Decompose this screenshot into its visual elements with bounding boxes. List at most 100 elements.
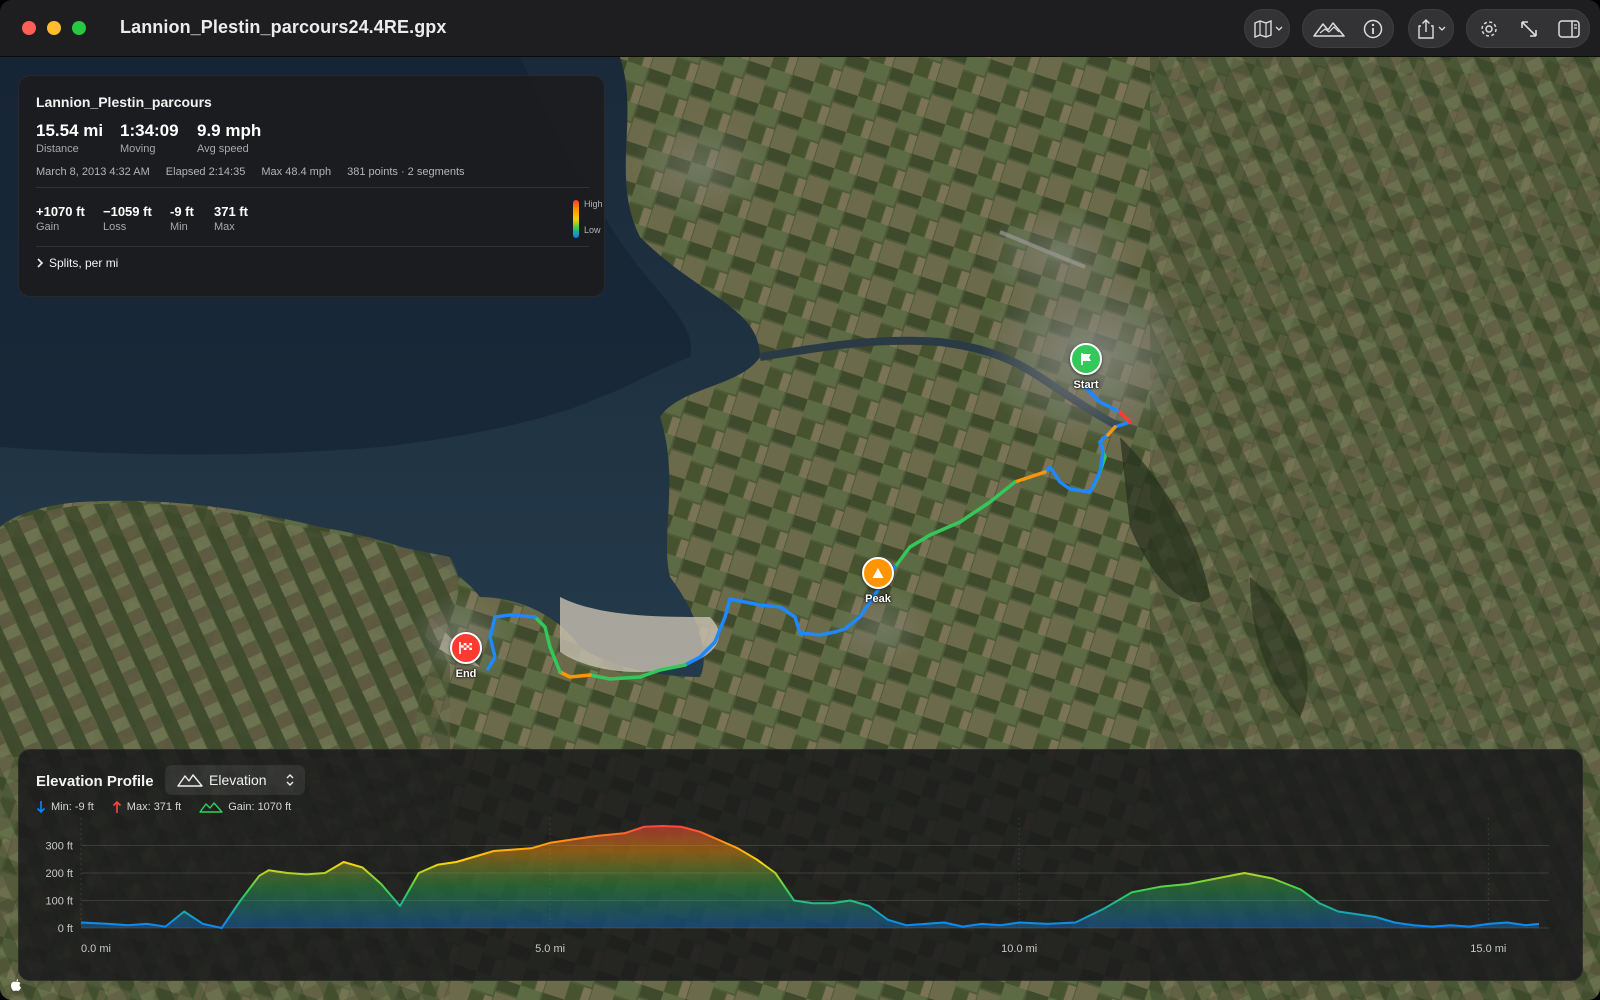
legend-gain-text: Gain: 1070 ft	[228, 801, 292, 813]
divider	[36, 246, 589, 247]
meta-elapsed: Elapsed 2:14:35	[165, 166, 246, 178]
elevation-point	[1018, 921, 1021, 924]
elevation-point	[549, 841, 552, 844]
elevation-point	[239, 899, 242, 902]
elevation-point	[886, 918, 889, 921]
elevation-mode-select[interactable]: Elevation	[165, 765, 305, 795]
legend-min: Min: -9 ft	[36, 800, 94, 814]
fullscreen-button[interactable]	[1509, 10, 1549, 47]
map-style-button[interactable]	[1245, 10, 1291, 47]
elevation-point	[1412, 924, 1415, 927]
view-group	[1302, 9, 1394, 48]
elevation-point	[1130, 891, 1133, 894]
elevation-point	[1271, 877, 1274, 880]
y-tick-label: 0 ft	[58, 923, 73, 935]
stat-moving: 1:34:09 Moving	[120, 121, 179, 155]
elevation-point	[1074, 921, 1077, 924]
elevation-point	[1187, 883, 1190, 886]
elevation-point	[718, 839, 721, 842]
legend-max-text: Max: 371 ft	[126, 801, 182, 813]
mountain-icon	[199, 802, 223, 813]
elevation-point	[680, 825, 683, 828]
x-tick-label: 10.0 mi	[1001, 943, 1037, 955]
arrow-up-icon	[112, 800, 121, 813]
elevation-point	[1374, 916, 1377, 919]
app-window: Start Peak End Lannion_Plestin_parcours2…	[0, 0, 1600, 1000]
elevation-point	[399, 905, 402, 908]
close-window-button[interactable]	[22, 21, 36, 35]
stat-max-label: Max	[214, 221, 235, 233]
elevation-point	[1337, 910, 1340, 913]
map-icon	[1254, 19, 1283, 38]
minimize-window-button[interactable]	[47, 21, 61, 35]
elevation-point	[1159, 885, 1162, 888]
elevation-color-scale	[573, 200, 579, 238]
settings-button[interactable]	[1469, 10, 1509, 47]
stat-min: -9 ft Min	[170, 204, 194, 233]
stat-distance-label: Distance	[36, 143, 79, 155]
elevation-point	[642, 825, 645, 828]
peak-pin[interactable]: Peak	[862, 557, 894, 605]
elevation-point	[793, 899, 796, 902]
elevation-point	[1487, 922, 1490, 925]
meta-points: 381 points · 2 segments	[347, 166, 465, 178]
triangle-icon	[862, 557, 894, 589]
elevation-point	[1431, 925, 1434, 928]
maximize-window-button[interactable]	[72, 21, 86, 35]
elevation-point	[1538, 922, 1541, 925]
elevation-legend: Min: -9 ft Max: 371 ft Gain: 1070 ft	[36, 800, 291, 814]
map-style-group	[1244, 9, 1290, 48]
stat-avg-speed-label: Avg speed	[197, 143, 249, 155]
elevation-point	[961, 925, 964, 928]
elevation-point	[1102, 907, 1105, 910]
meta-date: March 8, 2013 4:32 AM	[36, 166, 150, 178]
elevation-point	[1524, 924, 1527, 927]
start-pin[interactable]: Start	[1070, 343, 1102, 391]
share-button[interactable]	[1409, 10, 1455, 47]
elevation-point	[380, 883, 383, 886]
stat-moving-label: Moving	[120, 143, 156, 155]
stat-loss: −1059 ft Loss	[103, 204, 152, 233]
info-icon	[1363, 19, 1383, 38]
elevation-point	[661, 825, 664, 828]
y-tick-label: 200 ft	[45, 868, 73, 880]
settings-group	[1466, 9, 1590, 48]
elevation-toggle-button[interactable]	[1307, 10, 1351, 47]
splits-label: Splits, per mi	[49, 256, 119, 270]
elevation-point	[1046, 922, 1049, 925]
elevation-point	[1243, 872, 1246, 875]
peak-pin-label: Peak	[865, 593, 891, 605]
gear-icon	[1481, 20, 1497, 37]
elevation-point	[267, 869, 270, 872]
track-info-panel: Lannion_Plestin_parcours 15.54 mi Distan…	[18, 75, 605, 297]
stat-distance-value: 15.54 mi	[36, 121, 104, 140]
share-group	[1408, 9, 1454, 48]
elevation-point	[849, 899, 852, 902]
elevation-profile-title: Elevation Profile	[36, 773, 154, 790]
flag-icon	[1070, 343, 1102, 375]
sidebar-toggle-button[interactable]	[1549, 10, 1589, 47]
elevation-area	[81, 826, 1539, 928]
x-tick-label: 15.0 mi	[1470, 943, 1506, 955]
expand-icon	[1521, 20, 1537, 37]
elevation-point	[567, 839, 570, 842]
stat-loss-value: −1059 ft	[103, 204, 152, 219]
elevation-point	[220, 927, 223, 930]
elevation-point	[811, 902, 814, 905]
elevation-chart[interactable]: 0 ft 100 ft 200 ft 300 ft 0.0 mi 5.0 mi 10.0 m…	[19, 818, 1584, 978]
elevation-point	[145, 922, 148, 925]
meta-max-speed: Max 48.4 mph	[261, 166, 332, 178]
x-tick-label: 0.0 mi	[81, 943, 111, 955]
legend-min-text: Min: -9 ft	[51, 801, 94, 813]
elevation-point	[596, 834, 599, 837]
legend-max: Max: 371 ft	[112, 800, 181, 814]
stat-avg-speed-value: 9.9 mph	[197, 121, 262, 140]
splits-disclosure[interactable]: Splits, per mi	[36, 256, 118, 270]
info-button[interactable]	[1353, 10, 1393, 47]
stat-gain: +1070 ft Gain	[36, 204, 85, 233]
elevation-point	[474, 855, 477, 858]
chevron-up-down-icon	[286, 774, 294, 786]
elevation-point	[492, 850, 495, 853]
end-pin[interactable]: End	[450, 632, 482, 680]
elevation-point	[1215, 877, 1218, 880]
